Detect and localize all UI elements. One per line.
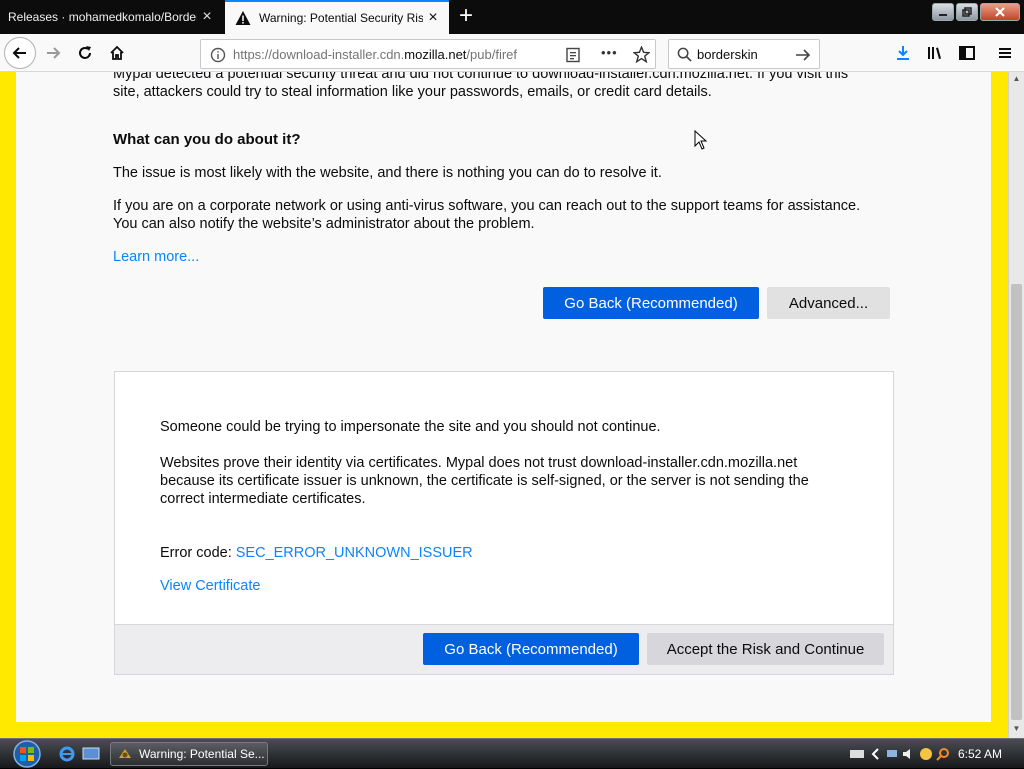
scroll-down-icon[interactable]: ▼ [1011,724,1022,736]
corporate-text-line-2: You can also notify the website’s admini… [113,216,535,232]
minimize-icon [939,14,947,16]
error-page: Mypal detected a potential security thre… [16,72,991,722]
accept-risk-button[interactable]: Accept the Risk and Continue [647,633,884,665]
view-certificate-link[interactable]: View Certificate [160,577,260,595]
advanced-panel-footer: Go Back (Recommended) Accept the Risk an… [115,624,893,674]
show-desktop-icon[interactable] [82,745,100,763]
smiley-icon[interactable] [919,747,933,761]
scroll-thumb[interactable] [1011,284,1022,720]
new-tab-button[interactable]: + [452,3,480,31]
advanced-panel: Someone could be trying to impersonate t… [114,371,894,675]
forward-button[interactable] [38,38,68,68]
downloads-button[interactable] [888,38,918,68]
search-go-arrow-icon[interactable] [795,47,811,63]
search-tray-icon[interactable] [936,747,950,761]
tab-close-icon[interactable]: × [197,7,217,27]
menu-button[interactable] [990,38,1020,68]
back-arrow-icon [12,47,26,59]
back-button[interactable] [4,37,36,69]
forward-arrow-icon [47,47,61,59]
scroll-up-icon[interactable]: ▲ [1011,74,1022,86]
reader-view-icon[interactable] [565,47,581,63]
taskbar-item-browser[interactable]: Warning: Potential Se... [110,742,268,766]
sidebar-icon [959,46,975,60]
advanced-button[interactable]: Advanced... [767,287,890,319]
error-code-label: Error code: [160,545,236,561]
search-input[interactable]: borderskin [697,47,758,62]
search-bar[interactable]: borderskin [668,39,820,69]
taskbar-item-label: Warning: Potential Se... [139,747,265,761]
tab-title: Releases · mohamedkomalo/BorderSkin [8,10,197,24]
issue-text: The issue is most likely with the websit… [113,165,662,181]
sidebar-button[interactable] [952,38,982,68]
restore-icon [962,7,972,17]
page-border-bottom [0,722,1008,738]
warning-icon [235,11,251,25]
url-bar[interactable]: https://download-installer.cdn.mozilla.n… [200,39,656,69]
what-can-you-do-heading: What can you do about it? [113,131,301,148]
go-back-button[interactable]: Go Back (Recommended) [543,287,759,319]
tab-warning[interactable]: Warning: Potential Security Risk Ahead × [225,0,449,34]
speaker-icon[interactable] [902,747,916,761]
error-code-row: Error code: SEC_ERROR_UNKNOWN_ISSUER [160,544,473,562]
close-button[interactable] [980,3,1020,21]
start-button-icon[interactable] [8,739,46,769]
search-icon [677,47,692,62]
close-icon [995,7,1005,17]
download-icon [897,46,909,60]
mouse-cursor-icon [694,130,708,150]
tab-close-icon[interactable]: × [423,8,443,28]
window-controls [932,3,1020,21]
page-actions-icon[interactable]: ••• [601,45,618,60]
go-back-button-advanced[interactable]: Go Back (Recommended) [423,633,639,665]
intro-text-line-1: Mypal detected a potential security thre… [113,72,849,82]
library-icon [928,47,941,59]
vertical-scrollbar[interactable]: ▲ ▼ [1008,72,1024,738]
tab-strip: Releases · mohamedkomalo/BorderSkin × Wa… [0,0,1024,34]
minimize-button[interactable] [932,3,954,21]
home-icon [110,45,124,60]
mypal-app-icon [119,749,131,758]
taskbar: Warning: Potential Se... 6:52 AM [0,738,1024,768]
tab-releases[interactable]: Releases · mohamedkomalo/BorderSkin × [0,0,223,34]
reload-button[interactable] [70,38,100,68]
home-button[interactable] [102,38,132,68]
system-tray: 6:52 AM [849,739,1024,769]
error-code-link[interactable]: SEC_ERROR_UNKNOWN_ISSUER [236,545,473,561]
library-button[interactable] [920,38,950,68]
internet-explorer-icon[interactable] [58,745,76,763]
certificate-text-line-1: Websites prove their identity via certif… [160,455,798,471]
certificate-text-line-2: because its certificate issuer is unknow… [160,473,809,489]
bookmark-star-icon[interactable] [633,46,650,63]
tab-title: Warning: Potential Security Risk Ahead [259,11,423,25]
url-text[interactable]: https://download-installer.cdn.mozilla.n… [233,47,553,62]
clock[interactable]: 6:52 AM [958,747,1002,761]
restore-button[interactable] [956,3,978,21]
intro-text-line-2: site, attackers could try to steal infor… [113,84,712,100]
keyboard-icon[interactable] [849,747,865,761]
certificate-text-line-3: correct intermediate certificates. [160,491,366,507]
reload-icon [79,46,91,59]
impersonate-text: Someone could be trying to impersonate t… [160,419,661,435]
info-icon[interactable] [210,47,226,63]
chevron-left-icon[interactable] [871,747,881,761]
learn-more-link[interactable]: Learn more... [113,248,199,266]
corporate-text-line-1: If you are on a corporate network or usi… [113,198,861,214]
network-icon[interactable] [885,747,899,761]
hamburger-menu-icon [999,48,1011,58]
